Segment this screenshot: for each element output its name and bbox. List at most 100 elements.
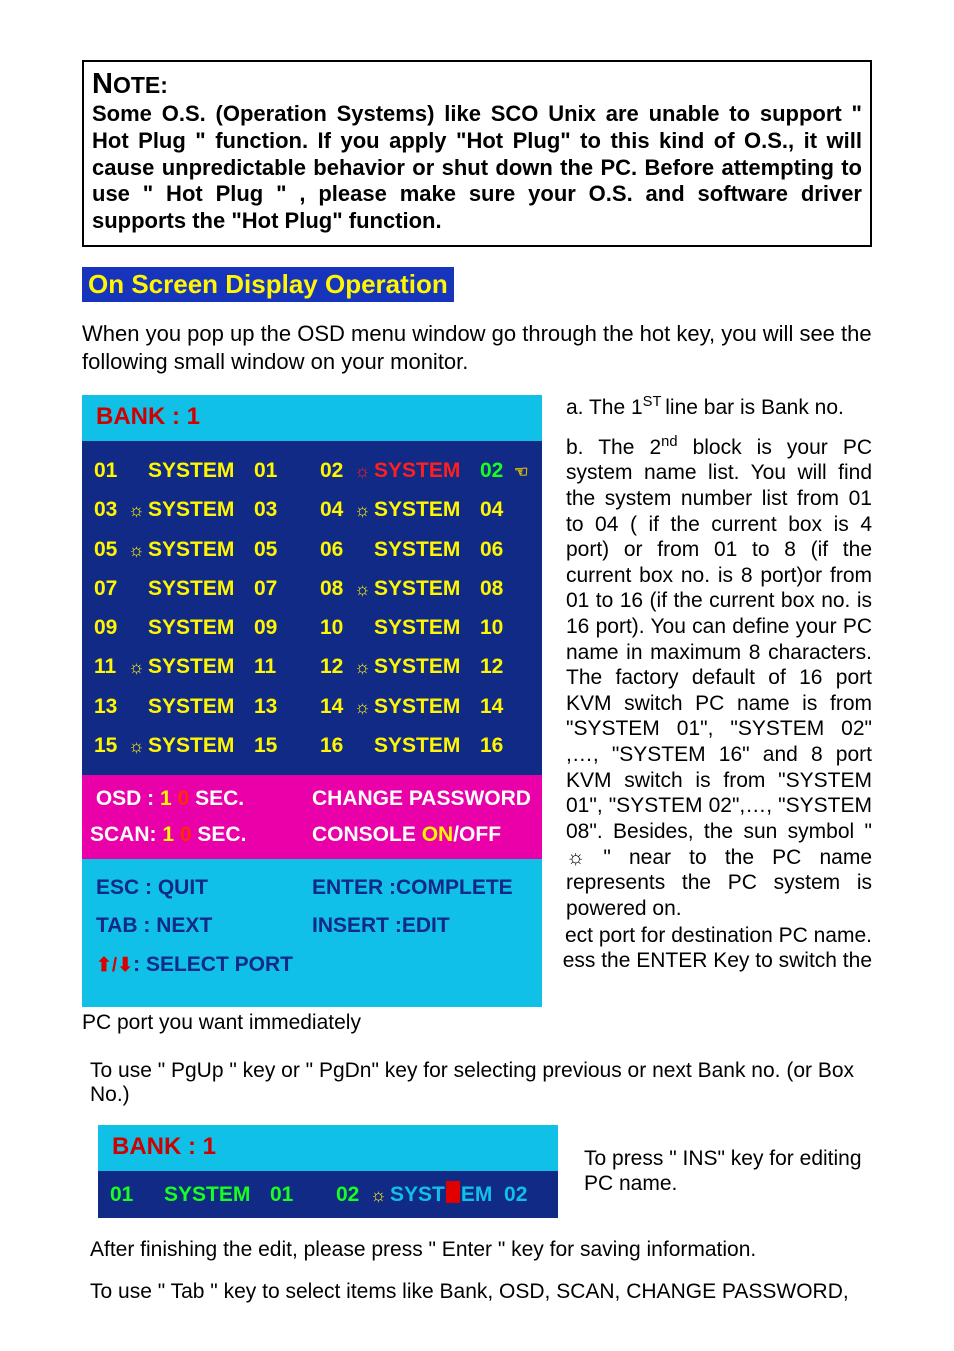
osd-row: 09SYSTEM0910SYSTEM10 xyxy=(94,608,530,647)
system-index: 05 xyxy=(254,530,284,569)
osd-cell: 09SYSTEM09 xyxy=(94,608,320,647)
system-index: 14 xyxy=(480,687,510,726)
edit-cursor-icon xyxy=(446,1181,460,1203)
osd-cell: 04☼SYSTEM04 xyxy=(320,490,530,529)
mini-osd-list: 01 SYSTEM 01 02 ☼ SYSTEM 02 xyxy=(98,1171,558,1219)
mouse-icon: ☜ xyxy=(514,458,528,488)
sun-icon: ☼ xyxy=(128,534,148,568)
osd-cell: 13SYSTEM13 xyxy=(94,687,320,726)
mini-osd-window: BANK : 1 01 SYSTEM 01 02 ☼ SYSTEM 02 xyxy=(98,1125,558,1219)
osd-row: 03☼SYSTEM0304☼SYSTEM04 xyxy=(94,490,530,529)
osd-bank-bar: BANK : 1 xyxy=(82,395,542,441)
bank-number: 1 xyxy=(187,403,200,430)
desc-a: a. The 1ST line bar is Bank no. xyxy=(566,395,872,421)
system-number: 10 xyxy=(320,608,354,647)
sun-icon: ☼ xyxy=(128,730,148,764)
system-name: SYSTEM xyxy=(148,451,254,490)
mini-r-name-a: SYST xyxy=(390,1179,445,1211)
osd-system-list: 01SYSTEM0102☼SYSTEM02☜03☼SYSTEM0304☼SYST… xyxy=(82,441,542,775)
osd-row: 07SYSTEM0708☼SYSTEM08 xyxy=(94,569,530,608)
osd-cell: 06SYSTEM06 xyxy=(320,530,530,569)
system-number: 13 xyxy=(94,687,128,726)
tail-line-3: PC port you want immediately xyxy=(82,1010,872,1035)
system-number: 04 xyxy=(320,490,354,529)
sun-icon: ☼ xyxy=(128,651,148,685)
hint-insert: INSERT :EDIT xyxy=(312,907,528,946)
bank-label: BANK : xyxy=(96,403,187,430)
osd-description: a. The 1ST line bar is Bank no. b. The 2… xyxy=(566,395,872,935)
mini-r-idx: 02 xyxy=(504,1179,527,1211)
osd-cell: 15☼SYSTEM15 xyxy=(94,726,320,765)
system-index: 11 xyxy=(254,647,284,686)
hint-select: ⬆/⬇: SELECT PORT xyxy=(96,946,293,985)
mini-osd-row: BANK : 1 01 SYSTEM 01 02 ☼ SYSTEM 02 xyxy=(82,1125,872,1219)
sun-icon: ☼ xyxy=(354,455,374,489)
osd-cell: 01SYSTEM01 xyxy=(94,451,320,490)
system-number: 14 xyxy=(320,687,354,726)
system-name: SYSTEM xyxy=(374,647,480,686)
system-index: 09 xyxy=(254,608,284,647)
scan-timer: SCAN: 1 0 SEC. xyxy=(90,817,312,853)
system-name: SYSTEM xyxy=(374,569,480,608)
note-title: NOTE: xyxy=(92,72,168,98)
osd-footer: ESC : QUIT ENTER :COMPLETE TAB : NEXT IN… xyxy=(82,859,542,1008)
system-index: 04 xyxy=(480,490,510,529)
system-name: SYSTEM xyxy=(374,451,480,490)
intro-text: When you pop up the OSD menu window go t… xyxy=(82,320,872,375)
sun-icon: ☼ xyxy=(354,494,374,528)
sun-icon: ☼ xyxy=(370,1182,390,1209)
system-name: SYSTEM xyxy=(374,490,480,529)
mini-l-name: SYSTEM xyxy=(164,1179,270,1211)
system-number: 15 xyxy=(94,726,128,765)
osd-cell: 12☼SYSTEM12 xyxy=(320,647,530,686)
system-index: 07 xyxy=(254,569,284,608)
change-password: CHANGE PASSWORD xyxy=(312,781,534,817)
system-index: 02 xyxy=(480,451,510,490)
system-index: 06 xyxy=(480,530,510,569)
osd-cell: 08☼SYSTEM08 xyxy=(320,569,530,608)
osd-row: 01SYSTEM0102☼SYSTEM02☜ xyxy=(94,451,530,490)
system-number: 08 xyxy=(320,569,354,608)
console-toggle: CONSOLE ON/OFF xyxy=(312,817,534,853)
mini-r-name-b: EM xyxy=(461,1179,493,1211)
sun-icon: ☼ xyxy=(354,691,374,725)
osd-cell: 05☼SYSTEM05 xyxy=(94,530,320,569)
pgup-instruction: To use " PgUp " key or " PgDn" key for s… xyxy=(90,1059,872,1107)
osd-cell: 02☼SYSTEM02☜ xyxy=(320,451,530,490)
hint-tab: TAB : NEXT xyxy=(96,907,312,946)
system-index: 03 xyxy=(254,490,284,529)
system-name: SYSTEM xyxy=(148,647,254,686)
mini-osd-row-1: 01 SYSTEM 01 02 ☼ SYSTEM 02 xyxy=(110,1179,546,1211)
osd-status-bar: OSD : 1 0 SEC. CHANGE PASSWORD SCAN: 1 0… xyxy=(82,775,542,858)
system-number: 02 xyxy=(320,451,354,490)
system-index: 12 xyxy=(480,647,510,686)
system-name: SYSTEM xyxy=(374,687,480,726)
system-name: SYSTEM xyxy=(148,687,254,726)
system-index: 16 xyxy=(480,726,510,765)
system-index: 10 xyxy=(480,608,510,647)
sun-icon: ☼ xyxy=(354,651,374,685)
osd-row: 15☼SYSTEM1516SYSTEM16 xyxy=(94,726,530,765)
ins-instruction: To press " INS" key for editing PC name. xyxy=(584,1146,872,1196)
system-index: 08 xyxy=(480,569,510,608)
mini-bank-bar: BANK : 1 xyxy=(98,1125,558,1171)
arrow-up-down-icon: ⬆/⬇ xyxy=(96,955,133,976)
note-box: NOTE: Some O.S. (Operation Systems) like… xyxy=(82,60,872,247)
osd-cell: 11☼SYSTEM11 xyxy=(94,647,320,686)
osd-window: BANK : 1 01SYSTEM0102☼SYSTEM02☜03☼SYSTEM… xyxy=(82,395,542,1007)
system-name: SYSTEM xyxy=(148,530,254,569)
system-name: SYSTEM xyxy=(148,569,254,608)
desc-b: b. The 2nd block is your PC system name … xyxy=(566,435,872,922)
osd-cell: 16SYSTEM16 xyxy=(320,726,530,765)
system-number: 05 xyxy=(94,530,128,569)
hint-esc: ESC : QUIT xyxy=(96,869,312,908)
system-index: 13 xyxy=(254,687,284,726)
system-number: 11 xyxy=(94,647,128,686)
mini-l-num: 01 xyxy=(110,1179,144,1211)
tab-instruction: To use " Tab " key to select items like … xyxy=(90,1280,872,1304)
system-index: 01 xyxy=(254,451,284,490)
system-number: 07 xyxy=(94,569,128,608)
osd-row: 05☼SYSTEM0506SYSTEM06 xyxy=(94,530,530,569)
osd-cell: 14☼SYSTEM14 xyxy=(320,687,530,726)
page: NOTE: Some O.S. (Operation Systems) like… xyxy=(0,0,954,1344)
